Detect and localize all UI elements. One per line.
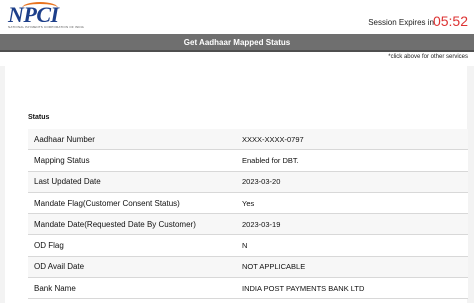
row-label: Mandate Date(Requested Date By Customer) (34, 219, 196, 229)
status-row-last-updated-date: Last Updated Date 2023-03-20 (28, 171, 468, 193)
status-heading: Status (28, 114, 50, 121)
session-timer: 05:52 (432, 13, 468, 29)
row-label: OD Avail Date (34, 262, 85, 272)
row-label: Mandate Flag(Customer Consent Status) (34, 198, 180, 208)
logo-subtext: NATIONAL PAYMENTS CORPORATION OF INDIA (8, 25, 84, 29)
status-row-od-flag: OD Flag N (28, 235, 468, 257)
service-title-bar[interactable]: Get Aadhaar Mapped Status (0, 34, 474, 52)
row-value: XXXX-XXXX-0797 (242, 134, 304, 144)
row-label: Last Updated Date (34, 177, 101, 187)
status-row-mandate-flag: Mandate Flag(Customer Consent Status) Ye… (28, 192, 468, 215)
status-row-aadhaar-number: Aadhaar Number XXXX-XXXX-0797 (28, 129, 468, 151)
status-row-mandate-date: Mandate Date(Requested Date By Customer)… (28, 214, 468, 236)
npci-logo[interactable]: NPCI NATIONAL PAYMENTS CORPORATION OF IN… (8, 2, 84, 30)
logo-text: NPCI (8, 2, 59, 27)
row-value: Enabled for DBT. (242, 155, 299, 165)
status-table: Aadhaar Number XXXX-XXXX-0797 Mapping St… (28, 129, 468, 300)
session-label: Session Expires in (368, 18, 434, 27)
row-label: Aadhaar Number (34, 134, 95, 144)
row-label: Mapping Status (34, 155, 90, 165)
other-services-note: *click above for other services (388, 54, 468, 60)
row-label: OD Flag (34, 241, 64, 251)
header: NPCI NATIONAL PAYMENTS CORPORATION OF IN… (0, 0, 474, 34)
status-row-bank-name: Bank Name INDIA POST PAYMENTS BANK LTD (28, 278, 468, 300)
row-value: N (242, 241, 248, 251)
row-value: INDIA POST PAYMENTS BANK LTD (242, 283, 365, 293)
row-value: 2023-03-19 (242, 219, 281, 229)
row-value: Yes (242, 198, 255, 208)
status-row-od-avail-date: OD Avail Date NOT APPLICABLE (28, 256, 468, 279)
row-value: 2023-03-20 (242, 177, 281, 187)
row-label: Bank Name (34, 283, 76, 293)
status-row-mapping-status: Mapping Status Enabled for DBT. (28, 150, 468, 172)
row-value: NOT APPLICABLE (242, 262, 306, 272)
service-title[interactable]: Get Aadhaar Mapped Status (184, 38, 290, 47)
